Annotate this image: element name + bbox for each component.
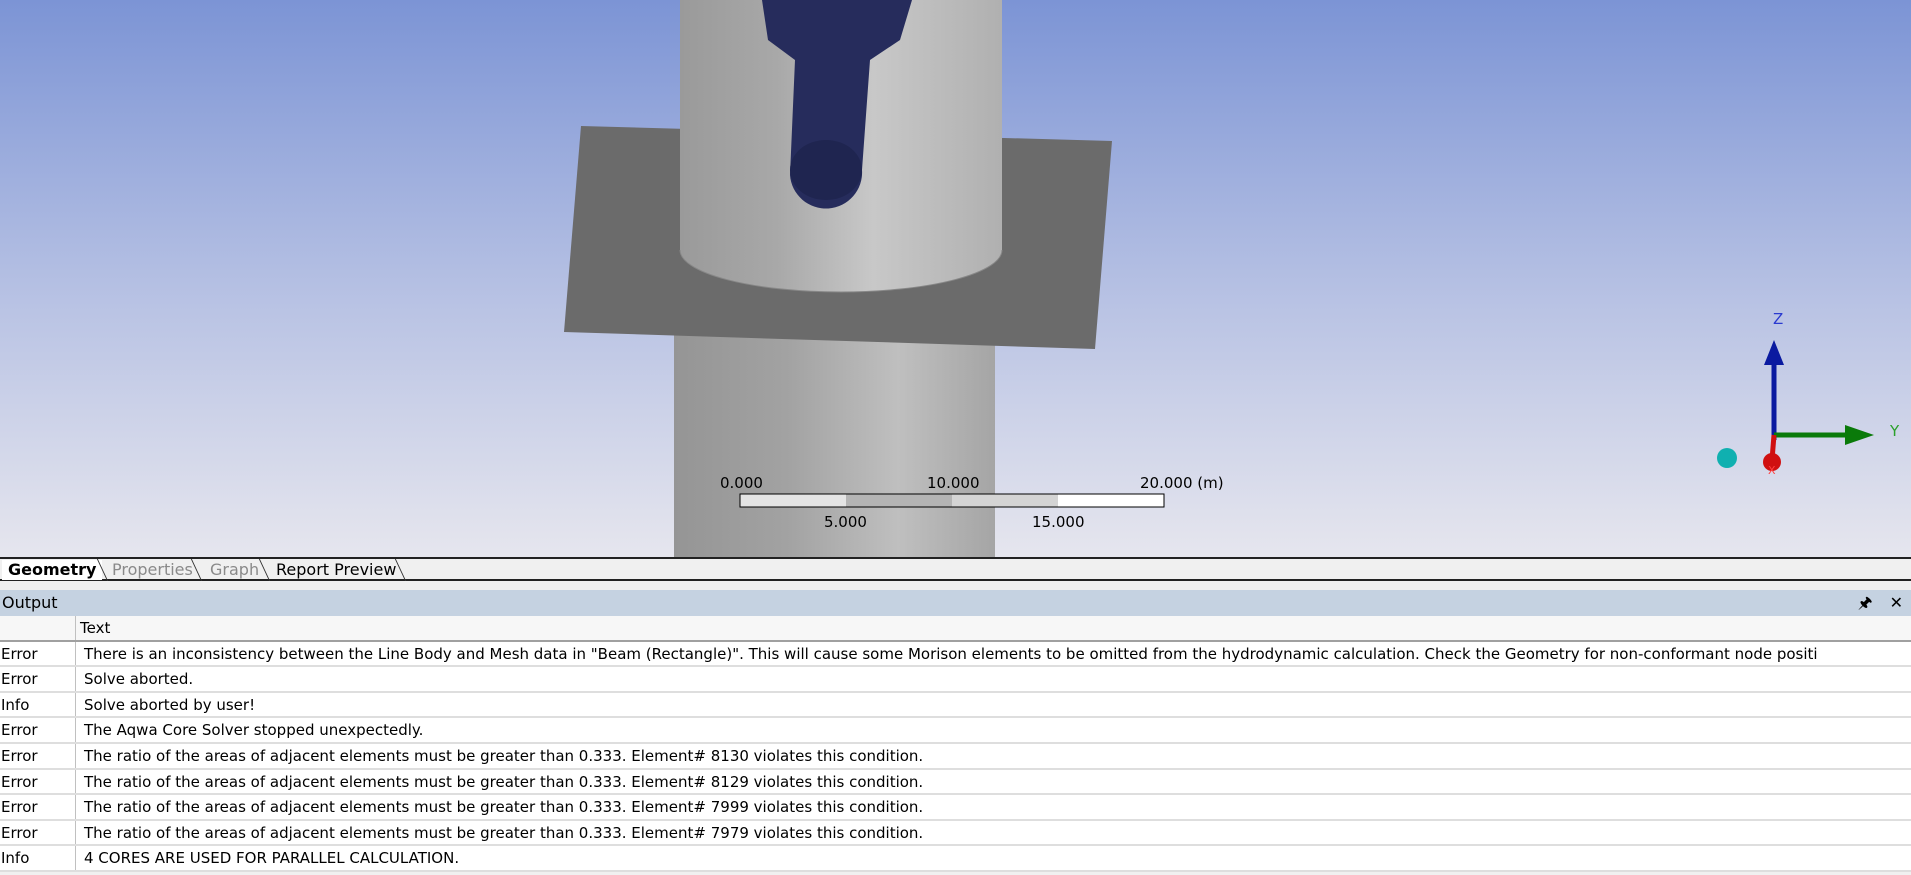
column-header-text[interactable]: Text xyxy=(80,616,110,640)
scale-label-5: 5.000 xyxy=(824,513,867,531)
row-type: Info xyxy=(0,692,76,717)
table-row[interactable]: Error There is an inconsistency between t… xyxy=(0,641,1911,668)
row-text: Solve aborted. xyxy=(84,670,194,689)
row-text: 4 CORES ARE USED FOR PARALLEL CALCULATIO… xyxy=(84,849,460,868)
table-row[interactable]: Info 4 CORES ARE USED FOR PARALLEL CALCUL… xyxy=(0,846,1911,872)
y-axis-label: Y xyxy=(1890,422,1900,440)
row-type: Info xyxy=(0,846,76,870)
axis-triad xyxy=(1717,340,1874,471)
row-text: The Aqwa Core Solver stopped unexpectedl… xyxy=(84,721,424,740)
table-row[interactable]: Error The ratio of the areas of adjacent … xyxy=(0,743,1911,770)
geometry-viewport[interactable]: 0.000 10.000 20.000 (m) 5.000 15.000 Z Y… xyxy=(0,0,1911,557)
table-row[interactable]: Error The ratio of the areas of adjacent … xyxy=(0,769,1911,796)
row-text: Solve aborted by user! xyxy=(84,695,256,714)
row-text: The ratio of the areas of adjacent eleme… xyxy=(84,798,924,817)
close-icon[interactable]: ✕ xyxy=(1890,593,1903,612)
scale-bar xyxy=(739,493,1165,508)
tab-properties[interactable]: Properties xyxy=(106,560,199,580)
row-text: There is an inconsistency between the Li… xyxy=(84,644,1818,663)
row-text: The ratio of the areas of adjacent eleme… xyxy=(84,772,924,791)
row-text: The ratio of the areas of adjacent eleme… xyxy=(84,746,924,765)
table-row[interactable]: Error The ratio of the areas of adjacent … xyxy=(0,820,1911,847)
table-header: Text xyxy=(0,616,1911,642)
tab-graph[interactable]: Graph xyxy=(204,560,265,580)
scale-label-10: 10.000 xyxy=(927,474,980,492)
table-row[interactable]: Info Solve aborted by user! xyxy=(0,692,1911,719)
output-panel-header: Output 🖈︎ ✕ xyxy=(0,590,1911,616)
row-type: Error xyxy=(0,667,76,691)
pin-icon[interactable]: 🖈︎ xyxy=(1858,593,1873,612)
table-row[interactable]: Error The Aqwa Core Solver stopped unexpe… xyxy=(0,718,1911,744)
x-axis-label: X xyxy=(1768,464,1776,477)
column-header-type[interactable] xyxy=(0,616,76,640)
row-type: Error xyxy=(0,769,76,794)
row-type: Error xyxy=(0,820,76,845)
scale-label-15: 15.000 xyxy=(1032,513,1085,531)
tab-report-preview[interactable]: Report Preview xyxy=(270,560,402,580)
tab-geometry[interactable]: Geometry xyxy=(2,560,103,580)
row-text: The ratio of the areas of adjacent eleme… xyxy=(84,823,924,842)
view-tabs: Geometry Properties Graph Report Preview xyxy=(0,557,1911,581)
row-type: Error xyxy=(0,641,76,666)
row-type: Error xyxy=(0,743,76,768)
row-type: Error xyxy=(0,718,76,742)
table-row[interactable]: Error The ratio of the areas of adjacent … xyxy=(0,795,1911,821)
row-type: Error xyxy=(0,795,76,819)
iso-view-ball xyxy=(1717,448,1737,468)
z-axis-label: Z xyxy=(1773,310,1784,328)
output-table: Text Error There is an inconsistency betw… xyxy=(0,616,1911,872)
scale-label-0: 0.000 xyxy=(720,474,763,492)
table-row[interactable]: Error Solve aborted. xyxy=(0,667,1911,693)
scale-label-20: 20.000 (m) xyxy=(1140,474,1224,492)
output-title: Output xyxy=(2,593,58,612)
